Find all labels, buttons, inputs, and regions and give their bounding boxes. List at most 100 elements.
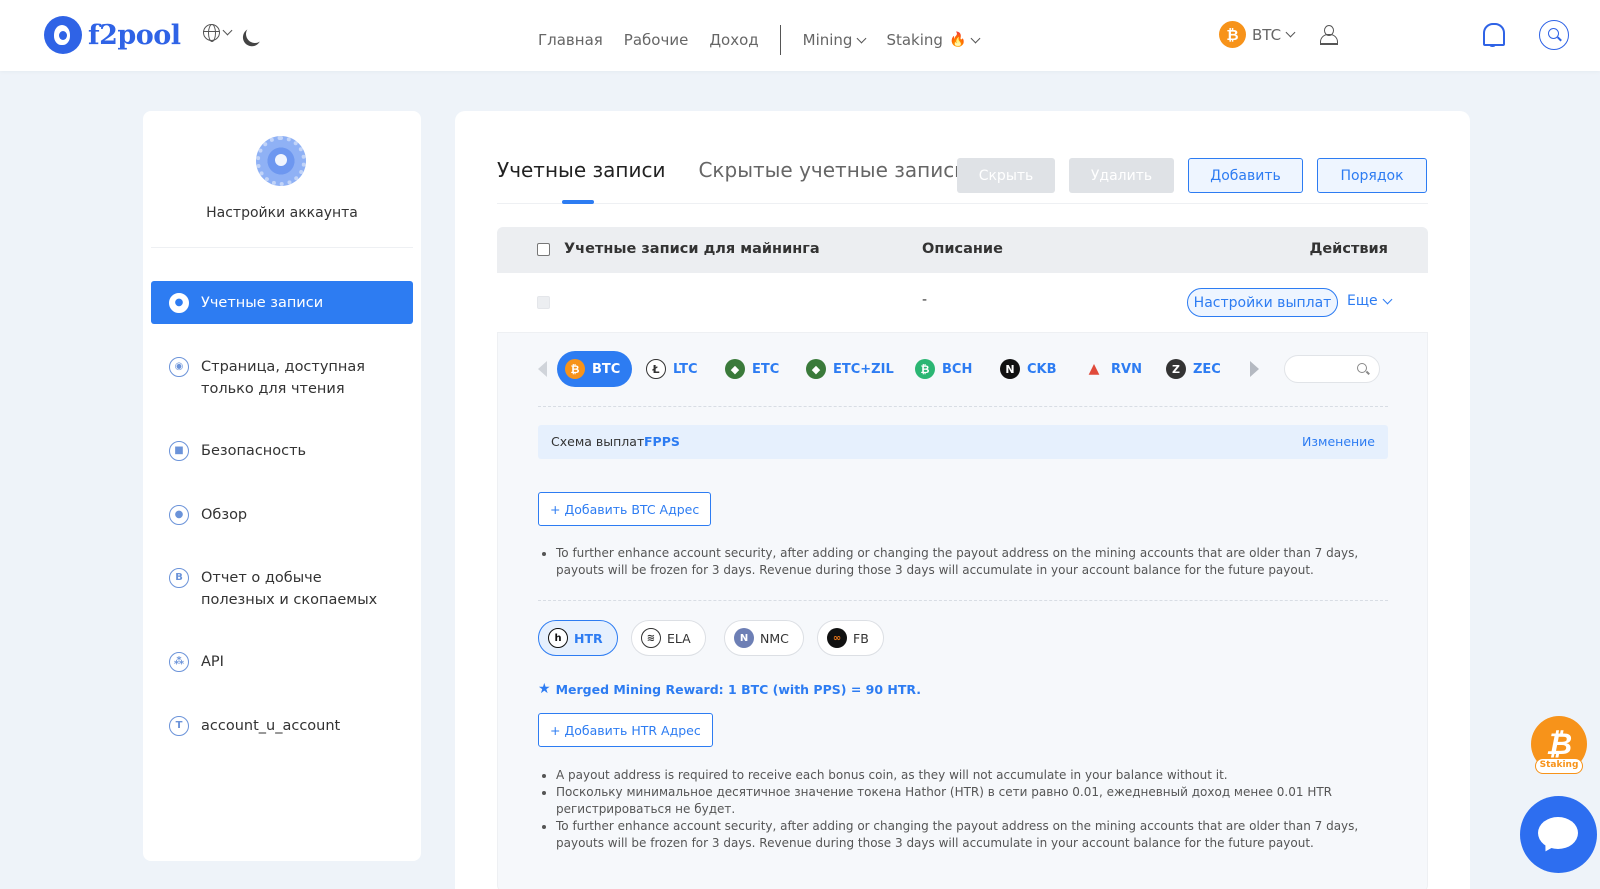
coin-tab-etc-zil[interactable]: ◆ ETC+ZIL xyxy=(806,351,894,387)
nav-mining-label: Mining xyxy=(802,31,853,49)
note-item: To further enhance account security, aft… xyxy=(556,818,1376,852)
sidebar-item-label: account_u_account xyxy=(201,718,341,734)
chevron-down-icon xyxy=(970,33,981,43)
scroll-left-icon[interactable] xyxy=(538,361,547,377)
btc-notes: To further enhance account security, aft… xyxy=(556,545,1376,579)
merged-tab-fb[interactable]: ∞ FB xyxy=(817,620,884,656)
merged-tab-htr[interactable]: h HTR xyxy=(538,620,618,656)
sidebar-item-label: Страница, доступная только для чтения xyxy=(201,359,366,397)
sidebar-item-readonly[interactable]: ◉ Страница, доступная только для чтения xyxy=(151,356,413,400)
staking-widget[interactable]: ₿ Staking xyxy=(1531,716,1587,776)
nav-home[interactable]: Главная xyxy=(538,31,603,49)
row-checkbox[interactable] xyxy=(537,296,550,309)
payout-settings-button[interactable]: Настройки выплат xyxy=(1187,288,1338,317)
sidebar-item-api[interactable]: ⁂ API xyxy=(151,651,413,673)
tab-hidden-accounts[interactable]: Скрытые учетные записи xyxy=(698,158,967,182)
merged-tab-ela[interactable]: ≋ ELA xyxy=(631,620,706,656)
sidebar-item-overview[interactable]: ● Обзор xyxy=(151,504,413,526)
moon-icon[interactable] xyxy=(243,22,266,45)
coin-label: RVN xyxy=(1111,361,1142,377)
reward-text: Merged Mining Reward: 1 BTC (with PPS) =… xyxy=(555,681,921,697)
select-all-checkbox[interactable] xyxy=(537,243,550,256)
account-settings-icon xyxy=(256,136,310,190)
etc-zil-coin-icon: ◆ xyxy=(806,359,826,379)
logo[interactable]: f2pool xyxy=(44,16,181,54)
staking-label: Staking xyxy=(1535,758,1583,774)
hide-button[interactable]: Скрыть xyxy=(957,158,1055,193)
merged-mining-reward: ★ Merged Mining Reward: 1 BTC (with PPS)… xyxy=(538,681,921,697)
sidebar-divider xyxy=(151,247,413,248)
sidebar-item-security[interactable]: ■ Безопасность xyxy=(151,440,413,462)
nav-mining[interactable]: Mining xyxy=(802,31,867,49)
delete-button[interactable]: Удалить xyxy=(1069,158,1174,193)
coin-label: ETC+ZIL xyxy=(833,361,894,377)
ela-coin-icon: ≋ xyxy=(641,628,661,648)
sidebar-item-subaccount[interactable]: T account_u_account xyxy=(151,715,413,737)
chevron-down-icon xyxy=(1285,27,1296,38)
rvn-coin-icon: ▲ xyxy=(1088,361,1100,377)
divider xyxy=(538,406,1388,407)
tab-divider xyxy=(497,203,1428,204)
btc-coin-icon: ₿ xyxy=(1219,21,1246,48)
search-icon[interactable] xyxy=(1539,20,1569,50)
coin-tab-ltc[interactable]: Ł LTC xyxy=(646,351,698,387)
payout-scheme-label: Схема выплат xyxy=(551,434,645,449)
add-htr-address-button[interactable]: + Добавить HTR Адрес xyxy=(538,713,713,747)
t-icon: T xyxy=(169,716,189,736)
coin-label: FB xyxy=(853,630,869,646)
nav-staking[interactable]: Staking 🔥 xyxy=(886,31,981,49)
note-item: To further enhance account security, aft… xyxy=(556,545,1376,579)
etc-coin-icon: ◆ xyxy=(725,359,745,379)
chevron-down-icon xyxy=(857,33,867,43)
sidebar-item-accounts[interactable]: ● Учетные записи xyxy=(151,281,413,324)
coin-tab-btc[interactable]: ₿ BTC xyxy=(557,351,633,387)
user-icon[interactable] xyxy=(1320,25,1338,45)
row-description: - xyxy=(922,292,928,308)
coin-search-input[interactable] xyxy=(1284,355,1380,383)
coin-tab-etc[interactable]: ◆ ETC xyxy=(725,351,779,387)
sidebar-item-report[interactable]: B Отчет о добыче полезных и скопаемых xyxy=(151,567,413,611)
tab-accounts[interactable]: Учетные записи xyxy=(497,158,665,182)
divider xyxy=(538,600,1388,601)
chat-icon[interactable] xyxy=(1520,796,1597,873)
logo-icon xyxy=(44,16,82,54)
coin-selector[interactable]: ₿ BTC xyxy=(1219,21,1296,48)
coin-label: LTC xyxy=(673,361,698,377)
coin-label: BTC xyxy=(592,361,621,377)
order-button[interactable]: Порядок xyxy=(1317,158,1427,193)
account-detail: ₿ BTC Ł LTC ◆ ETC ◆ ETC+ZIL ₿ BCH N CKB xyxy=(497,333,1428,889)
nav-workers[interactable]: Рабочие xyxy=(624,31,689,49)
coin-label: ZEC xyxy=(1193,361,1221,377)
coin-tab-ckb[interactable]: N CKB xyxy=(1000,351,1057,387)
coin-label: CKB xyxy=(1027,361,1057,377)
tabs: Учетные записи Скрытые учетные записи xyxy=(497,158,967,182)
coin-tab-zec[interactable]: Z ZEC xyxy=(1166,351,1221,387)
more-label: Еще xyxy=(1347,293,1378,309)
scroll-right-icon[interactable] xyxy=(1250,361,1259,377)
add-btc-address-button[interactable]: + Добавить BTC Адрес xyxy=(538,492,712,526)
coin-tab-bch[interactable]: ₿ BCH xyxy=(915,351,972,387)
btc-coin-icon: ₿ xyxy=(565,359,585,379)
nav-income[interactable]: Доход xyxy=(709,31,758,49)
main-panel: Учетные записи Скрытые учетные записи Ск… xyxy=(455,111,1470,889)
language-selector[interactable] xyxy=(203,24,233,42)
globe-icon xyxy=(203,24,220,42)
payout-scheme-bar: Схема выплат FPPS Изменение xyxy=(538,425,1388,459)
change-scheme-link[interactable]: Изменение xyxy=(1302,434,1375,449)
sidebar-item-label: API xyxy=(201,654,224,670)
main-nav: Главная Рабочие Доход Mining Staking 🔥 xyxy=(538,25,1000,55)
coin-tab-rvn[interactable]: ▲ RVN xyxy=(1084,351,1142,387)
more-dropdown[interactable]: Еще xyxy=(1347,293,1393,309)
chevron-down-icon xyxy=(222,25,233,36)
sidebar-item-label: Безопасность xyxy=(201,443,307,459)
bell-icon[interactable] xyxy=(1480,21,1506,49)
payout-scheme-value: FPPS xyxy=(644,434,680,449)
htr-coin-icon: h xyxy=(548,628,568,648)
add-button[interactable]: Добавить xyxy=(1188,158,1303,193)
coin-tabs: ₿ BTC Ł LTC ◆ ETC ◆ ETC+ZIL ₿ BCH N CKB xyxy=(538,351,1398,387)
coin-label: NMC xyxy=(760,630,789,646)
merged-tab-nmc[interactable]: N NMC xyxy=(724,620,804,656)
bch-coin-icon: ₿ xyxy=(915,359,935,379)
eye-icon: ◉ xyxy=(169,357,189,377)
star-icon: ★ xyxy=(538,681,551,697)
